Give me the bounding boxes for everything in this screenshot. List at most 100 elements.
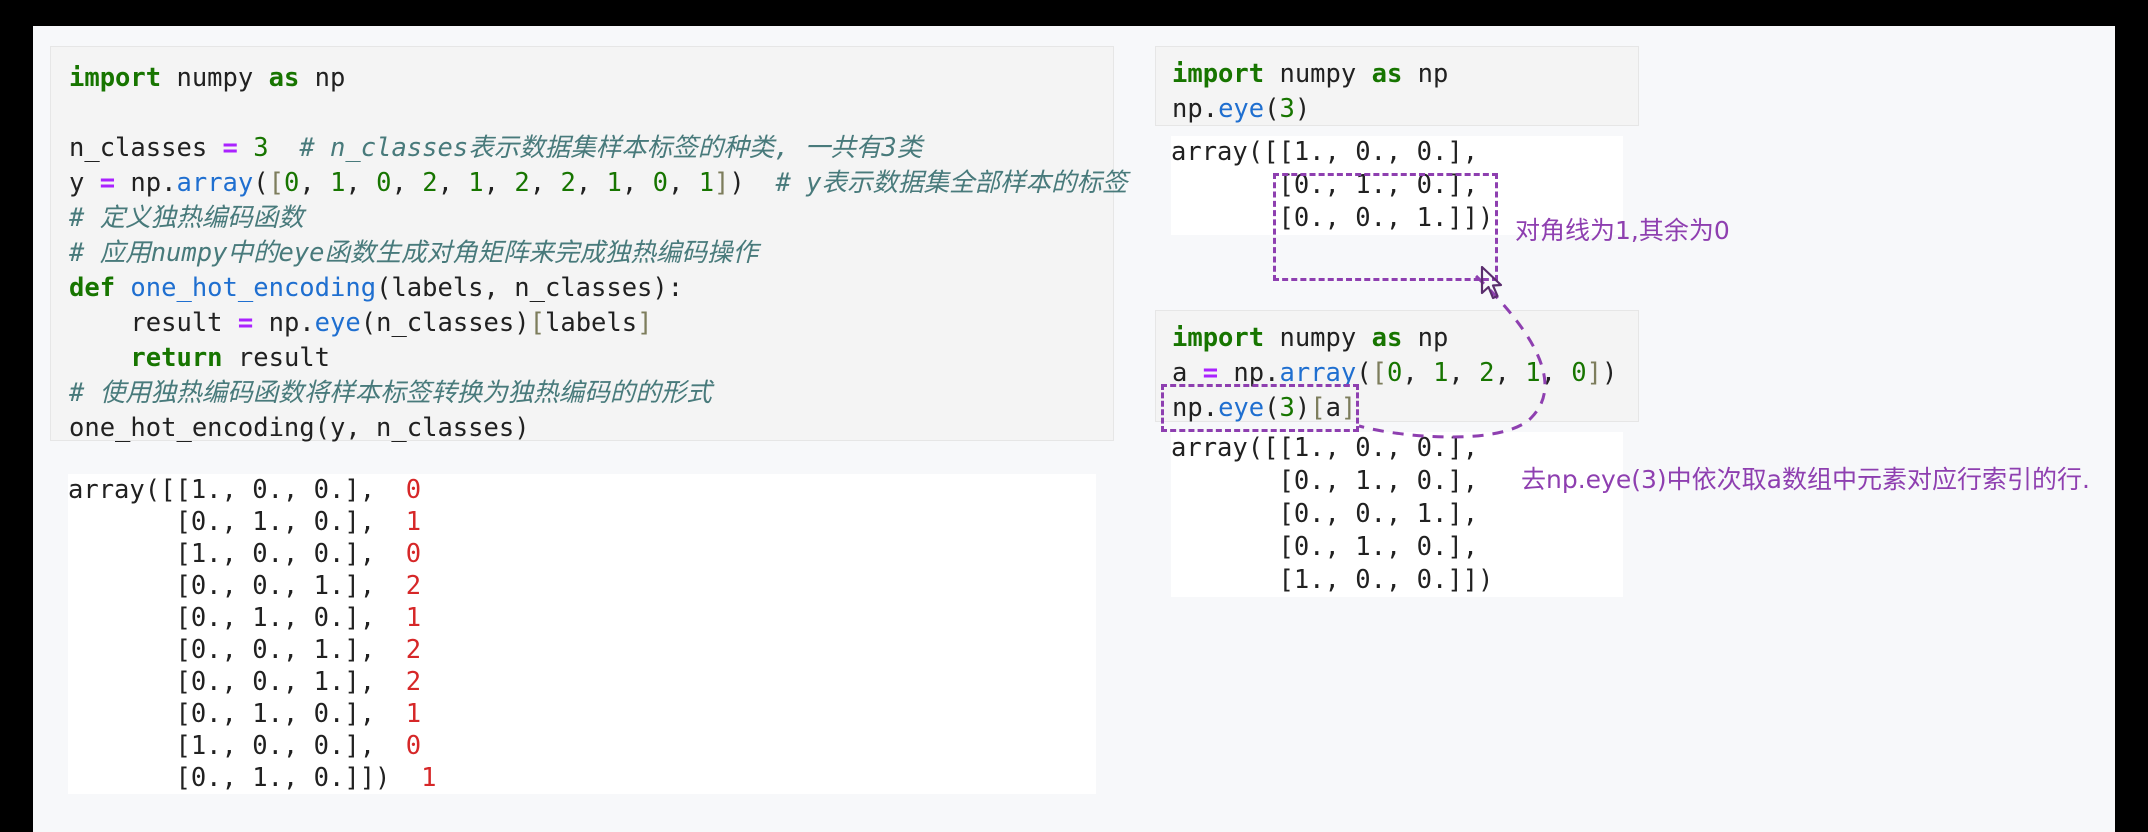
code-token: as xyxy=(1371,323,1418,353)
code-token: np. xyxy=(1172,94,1219,124)
code-token: 1 xyxy=(606,168,622,198)
output-line: [0., 0., 1.], 2 xyxy=(68,666,1096,698)
code-token: numpy xyxy=(1279,323,1372,353)
code-token: , xyxy=(1402,358,1434,388)
code-token: ( xyxy=(253,168,269,198)
code-token: , xyxy=(483,168,515,198)
code-token: , xyxy=(1494,358,1526,388)
output-line-text: array([[1., 0., 0.], xyxy=(68,475,376,505)
code-token: as xyxy=(1371,59,1418,89)
code-line: np.eye(3) xyxy=(1172,92,1622,127)
code-token: result xyxy=(69,308,238,338)
code-token: 0 xyxy=(283,168,300,198)
code-token: , xyxy=(437,168,469,198)
code-token: ( xyxy=(1264,94,1280,124)
code-token: ) xyxy=(1602,358,1618,388)
output-line-text: [0., 0., 1.], xyxy=(68,571,376,601)
row-label: 1 xyxy=(375,507,422,537)
row-label: 1 xyxy=(390,763,437,793)
code-token: = xyxy=(99,168,116,198)
code-line: def one_hot_encoding(labels, n_classes): xyxy=(69,271,1095,306)
code-token: , xyxy=(1540,358,1572,388)
code-token: as xyxy=(268,63,315,93)
code-token: import xyxy=(1172,59,1280,89)
code-token: np. xyxy=(115,168,177,198)
code-token: , xyxy=(1448,358,1480,388)
annotation-rows-text: 去np.eye(3)中依次取a数组中元素对应行索引的行. xyxy=(1521,465,2090,494)
output-line-text: [1., 0., 0.], xyxy=(68,539,376,569)
code-token: , xyxy=(575,168,607,198)
output-line: [0., 0., 1.], 2 xyxy=(68,570,1096,602)
eye-matrix-highlight-box xyxy=(1273,173,1498,281)
code-token: # n_classes表示数据集样本标签的种类, 一共有3类 xyxy=(299,133,923,163)
code-line: import numpy as np xyxy=(1172,321,1622,356)
code-token: (labels, n_classes): xyxy=(376,273,684,303)
code-token: ] xyxy=(637,308,653,338)
code-token: def xyxy=(69,273,131,303)
output-line: [0., 1., 0.], 1 xyxy=(68,698,1096,730)
output-line: [1., 0., 0.], 0 xyxy=(68,730,1096,762)
code-line: import numpy as np xyxy=(69,61,1095,96)
code-token: n_classes xyxy=(69,133,223,163)
output-line-text: [0., 1., 0.]]) xyxy=(68,763,391,793)
code-token: ] xyxy=(1586,358,1603,388)
code-line: import numpy as np xyxy=(1172,57,1622,92)
code-token: , xyxy=(391,168,423,198)
output-line: [0., 1., 0.]]) 1 xyxy=(68,762,1096,794)
right-top-code-cell[interactable]: import numpy as np np.eye(3) xyxy=(1155,46,1639,126)
output-line-text: [1., 0., 0.], xyxy=(68,731,376,761)
code-line: y = np.array([0, 1, 0, 2, 1, 2, 2, 1, 0,… xyxy=(69,166,1128,201)
code-token: np xyxy=(1417,323,1449,353)
mouse-cursor-icon xyxy=(1480,266,1503,300)
code-token: ] xyxy=(714,168,730,198)
code-token: [ xyxy=(529,308,545,338)
code-line: # 应用numpy中的eye函数生成对角矩阵来完成独热编码操作 xyxy=(69,236,1095,271)
left-code-cell[interactable]: import numpy as np n_classes = 3 # n_cla… xyxy=(50,46,1128,443)
code-token: np xyxy=(314,63,346,93)
code-token: 2 xyxy=(422,168,438,198)
output-line: [0., 1., 0.], 1 xyxy=(68,602,1096,634)
code-token: # 应用numpy中的eye函数生成对角矩阵来完成独热编码操作 xyxy=(69,238,759,268)
right-bottom-output-area: array([[1., 0., 0.], [0., 1., 0.], [0., … xyxy=(1155,426,1639,644)
row-label: 0 xyxy=(375,475,422,505)
code-token: = xyxy=(237,308,254,338)
left-code-body[interactable]: import numpy as np n_classes = 3 # n_cla… xyxy=(69,61,1128,446)
code-line: result = np.eye(n_classes)[labels] xyxy=(69,306,1095,341)
output-line: [1., 0., 0.]]) xyxy=(1171,564,1623,597)
code-token: 2 xyxy=(514,168,530,198)
notebook-page: import numpy as np n_classes = 3 # n_cla… xyxy=(33,26,2115,832)
code-token: numpy xyxy=(1279,59,1372,89)
output-line-text: [0., 1., 0.], xyxy=(68,699,376,729)
row-label: 2 xyxy=(375,667,422,697)
code-line: n_classes = 3 # n_classes表示数据集样本标签的种类, 一… xyxy=(69,131,1095,166)
right-bottom-output-body: array([[1., 0., 0.], [0., 1., 0.], [0., … xyxy=(1171,432,1623,597)
left-output-area: array([[1., 0., 0.], 0 [0., 1., 0.], 1 [… xyxy=(50,466,1114,832)
code-token: , xyxy=(667,168,699,198)
code-token: 0 xyxy=(652,168,668,198)
code-token: 1 xyxy=(1433,358,1449,388)
code-token: 0 xyxy=(1386,358,1403,388)
output-line: [0., 1., 0.], 1 xyxy=(68,506,1096,538)
code-token: 3 xyxy=(1279,94,1295,124)
code-token: 2 xyxy=(560,168,576,198)
code-token: one_hot_encoding(y, n_classes) xyxy=(69,413,530,443)
code-token: # 定义独热编码函数 xyxy=(69,203,304,233)
code-line: # 使用独热编码函数将样本标签转换为独热编码的的形式 xyxy=(69,376,1095,411)
output-line: [0., 0., 1.], xyxy=(1171,498,1623,531)
output-line-text: [0., 0., 1.], xyxy=(68,667,376,697)
row-label: 2 xyxy=(375,571,422,601)
code-token: 2 xyxy=(1479,358,1495,388)
output-line: [0., 1., 0.], xyxy=(1171,531,1623,564)
right-top-code-body[interactable]: import numpy as np np.eye(3) xyxy=(1172,57,1622,127)
code-token: 0 xyxy=(376,168,392,198)
code-token: ) xyxy=(729,168,776,198)
code-token: np. xyxy=(253,308,315,338)
code-token: [ xyxy=(1371,358,1387,388)
output-line: array([[1., 0., 0.], 0 xyxy=(68,474,1096,506)
row-label: 1 xyxy=(375,603,422,633)
code-token: 1 xyxy=(468,168,484,198)
